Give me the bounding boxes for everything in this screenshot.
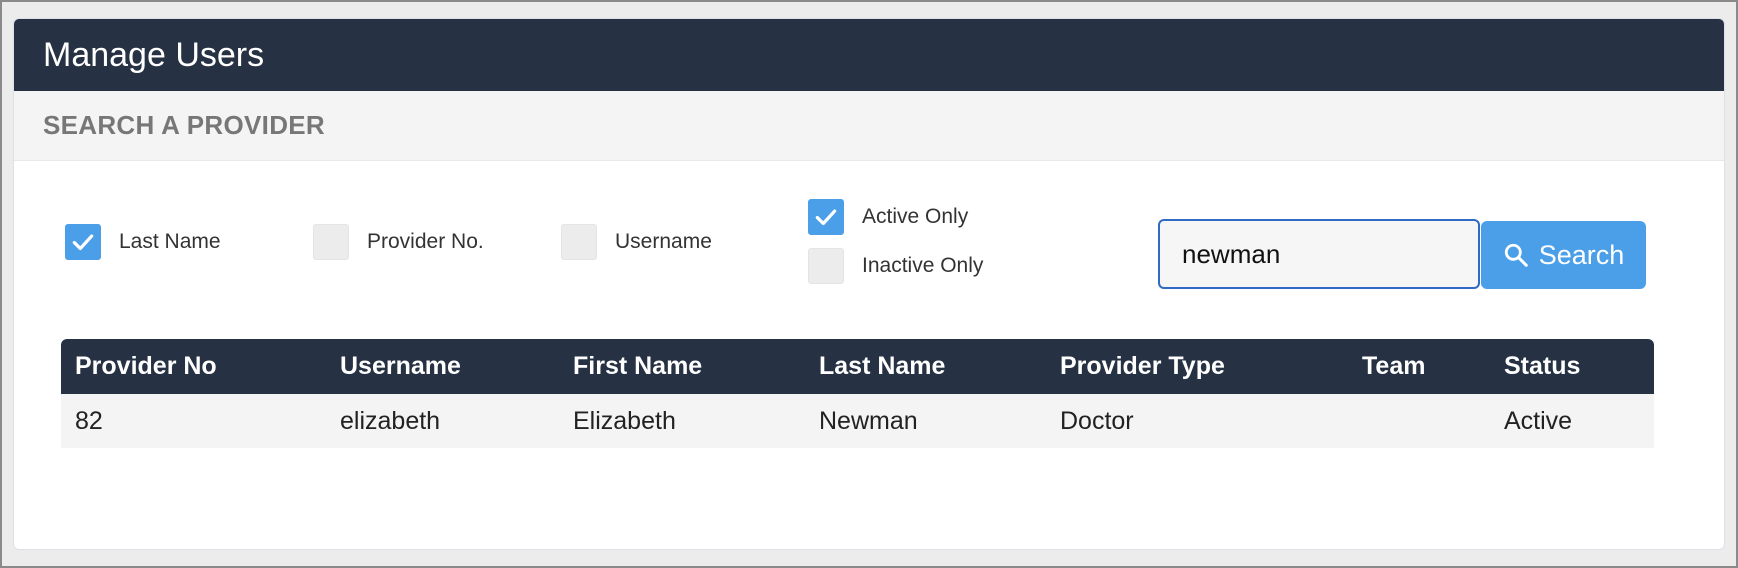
provider-no-checkbox[interactable]: [313, 224, 349, 260]
cell-team: [1348, 394, 1490, 448]
column-header-last-name[interactable]: Last Name: [805, 339, 1046, 394]
provider-no-label: Provider No.: [367, 230, 484, 253]
page-title: Manage Users: [43, 35, 265, 74]
section-title: SEARCH A PROVIDER: [43, 110, 325, 140]
active-only-label: Active Only: [862, 205, 969, 228]
cell-first-name: Elizabeth: [559, 394, 805, 448]
username-label: Username: [615, 230, 712, 253]
column-header-first-name[interactable]: First Name: [559, 339, 805, 394]
active-only-checkbox[interactable]: [808, 199, 844, 235]
cell-status: Active: [1490, 394, 1654, 448]
section-header: SEARCH A PROVIDER: [14, 91, 1724, 161]
cell-provider-type: Doctor: [1046, 394, 1348, 448]
inactive-only-checkbox[interactable]: [808, 248, 844, 284]
column-header-username[interactable]: Username: [326, 339, 559, 394]
column-header-team[interactable]: Team: [1348, 339, 1490, 394]
search-input[interactable]: [1158, 219, 1480, 289]
cell-last-name: Newman: [805, 394, 1046, 448]
providers-table: Provider No Username First Name Last Nam…: [61, 339, 1654, 448]
inactive-only-label: Inactive Only: [862, 254, 984, 277]
table-header-row: Provider No Username First Name Last Nam…: [61, 339, 1654, 394]
cell-username: elizabeth: [326, 394, 559, 448]
column-header-status[interactable]: Status: [1490, 339, 1654, 394]
search-button[interactable]: Search: [1481, 221, 1646, 289]
search-icon: [1504, 243, 1528, 267]
checkmark-icon: [815, 209, 837, 226]
filter-last-name[interactable]: Last Name: [65, 224, 221, 260]
filter-username[interactable]: Username: [561, 224, 712, 260]
last-name-checkbox[interactable]: [65, 224, 101, 260]
checkmark-icon: [72, 234, 94, 251]
search-button-label: Search: [1538, 239, 1625, 270]
last-name-label: Last Name: [119, 230, 221, 253]
cell-provider-no: 82: [61, 394, 326, 448]
column-header-provider-type[interactable]: Provider Type: [1046, 339, 1348, 394]
filter-inactive-only[interactable]: Inactive Only: [808, 248, 983, 284]
panel-header: Manage Users: [14, 19, 1724, 91]
username-checkbox[interactable]: [561, 224, 597, 260]
column-header-provider-no[interactable]: Provider No: [61, 339, 326, 394]
filter-provider-no[interactable]: Provider No.: [313, 224, 484, 260]
filter-active-only[interactable]: Active Only: [808, 199, 968, 235]
table-row[interactable]: 82 elizabeth Elizabeth Newman Doctor Act…: [61, 394, 1654, 448]
